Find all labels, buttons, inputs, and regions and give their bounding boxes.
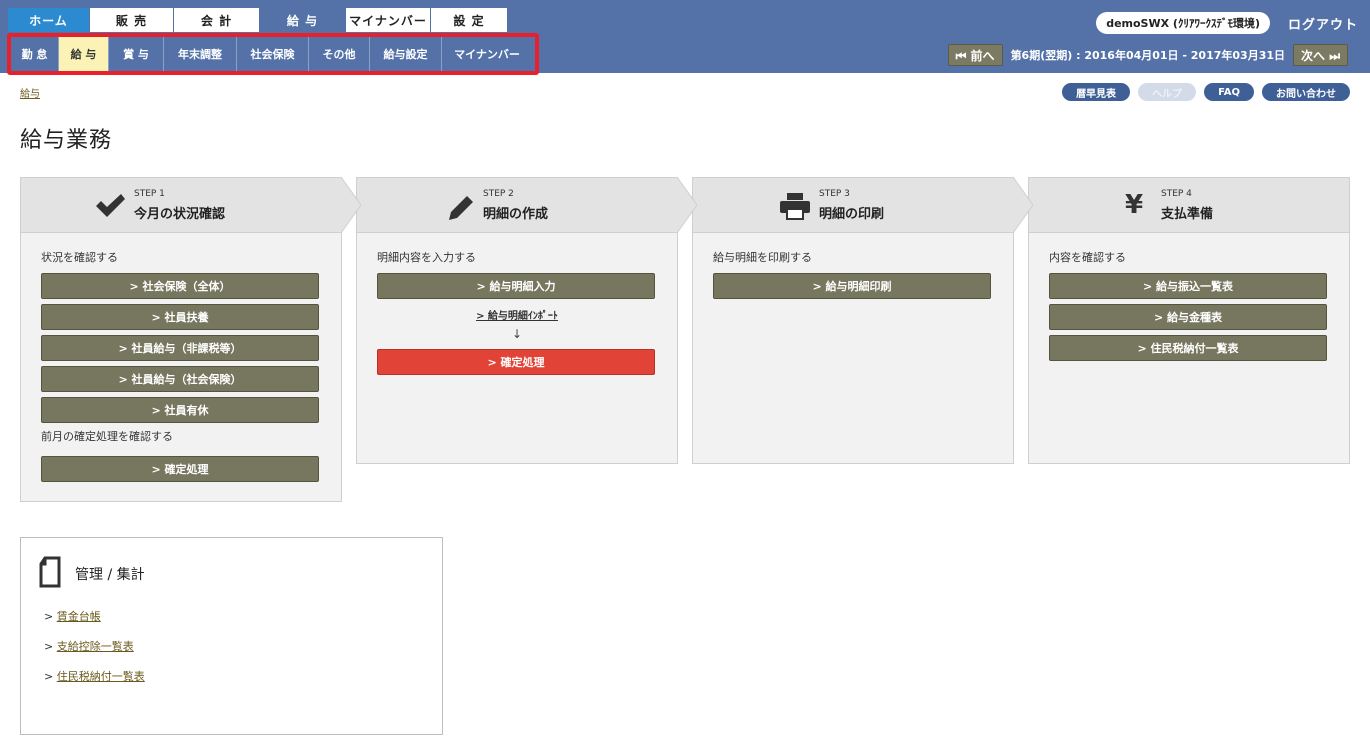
social-insurance-all-button[interactable]: > 社会保険（全体）	[41, 273, 319, 299]
document-icon	[39, 556, 61, 588]
step-arrow-icon	[341, 177, 361, 233]
wage-ledger-item: > 賃金台帳	[44, 608, 101, 624]
top-header: ホーム 販 売 会 計 給 与 マイナンバー 設 定 demoSWX (ｸﾘｱﾜ…	[0, 0, 1370, 75]
step-title: 今月の状況確認	[134, 207, 226, 222]
check-icon	[96, 194, 125, 217]
confirm-process-button[interactable]: > 確定処理	[377, 349, 655, 375]
step-1-body: 状況を確認する > 社会保険（全体） > 社員扶養 > 社員給与（非課税等） >…	[20, 233, 342, 502]
step-number: STEP 4	[1161, 189, 1192, 199]
down-arrow-icon: ↓	[511, 327, 523, 341]
sub-tab-other[interactable]: その他	[309, 37, 370, 71]
link-prefix: >	[44, 670, 54, 683]
payment-deduction-item: > 支給控除一覧表	[44, 638, 134, 654]
sub-tab-mynumber[interactable]: マイナンバー	[442, 37, 532, 71]
sub-nav: 勤 怠 給 与 賞 与 年末調整 社会保険 その他 給与設定 マイナンバー	[11, 37, 532, 71]
contact-link[interactable]: お問い合わせ	[1262, 83, 1350, 101]
employee-dependents-button[interactable]: > 社員扶養	[41, 304, 319, 330]
step-number: STEP 1	[134, 189, 165, 199]
yen-icon: ¥	[1125, 190, 1144, 220]
help-link[interactable]: ヘルプ	[1138, 83, 1197, 101]
pencil-icon	[449, 196, 473, 220]
main-tab-payroll[interactable]: 給 与	[260, 8, 346, 32]
prev-period-button[interactable]: ⏮ 前へ	[947, 44, 1003, 66]
main-tab-home[interactable]: ホーム	[8, 8, 90, 32]
employee-salary-nontaxable-button[interactable]: > 社員給与（非課税等）	[41, 335, 319, 361]
step-description: 明細内容を入力する	[377, 251, 476, 264]
user-area: demoSWX (ｸﾘｱﾜｰｸｽﾃﾞﾓ環境) ログアウト	[1096, 12, 1358, 34]
payslip-print-button[interactable]: > 給与明細印刷	[713, 273, 991, 299]
main-tab-accounting[interactable]: 会 計	[174, 8, 260, 32]
payment-deduction-link[interactable]: 支給控除一覧表	[57, 640, 134, 653]
step-title: 明細の作成	[483, 207, 549, 222]
admin-summary-panel: 管理 / 集計 > 賃金台帳 > 支給控除一覧表 > 住民税納付一覧表	[20, 537, 443, 735]
step-3-body: 給与明細を印刷する > 給与明細印刷	[692, 233, 1014, 464]
employee-salary-social-insurance-button[interactable]: > 社員給与（社会保険）	[41, 366, 319, 392]
sub-tab-year-end[interactable]: 年末調整	[164, 37, 237, 71]
step-title: 明細の印刷	[819, 207, 885, 222]
step-4-panel: ¥ STEP 4 支払準備 内容を確認する > 給与振込一覧表 > 給与金種表 …	[1028, 177, 1350, 464]
main-tab-settings[interactable]: 設 定	[431, 8, 508, 32]
help-links: 暦早見表 ヘルプ FAQ お問い合わせ	[1054, 83, 1350, 101]
sub-tab-salary-settings[interactable]: 給与設定	[370, 37, 442, 71]
step-1-panel: STEP 1 今月の状況確認 状況を確認する > 社会保険（全体） > 社員扶養…	[20, 177, 361, 502]
step-4-body: 内容を確認する > 給与振込一覧表 > 給与金種表 > 住民税納付一覧表	[1028, 233, 1350, 464]
period-text: 第6期(翌期) : 2016年04月01日 - 2017年03月31日	[1010, 49, 1286, 62]
user-badge: demoSWX (ｸﾘｱﾜｰｸｽﾃﾞﾓ環境)	[1096, 12, 1270, 34]
step-number: STEP 2	[483, 189, 514, 199]
admin-title: 管理 / 集計	[75, 567, 145, 583]
step-number: STEP 3	[819, 189, 850, 199]
main-tab-sales[interactable]: 販 売	[90, 8, 174, 32]
step-1-header: STEP 1 今月の状況確認	[20, 177, 361, 233]
breadcrumb[interactable]: 給与	[20, 85, 40, 100]
printer-icon	[780, 193, 810, 220]
next-period-button[interactable]: 次へ ⏭	[1293, 44, 1348, 66]
step-arrow-icon	[677, 177, 697, 233]
step-arrow-icon	[1013, 177, 1033, 233]
resident-tax-item: > 住民税納付一覧表	[44, 668, 145, 684]
sub-tab-social-insurance[interactable]: 社会保険	[237, 37, 309, 71]
wage-ledger-link[interactable]: 賃金台帳	[57, 610, 101, 623]
main-nav: ホーム 販 売 会 計 給 与 マイナンバー 設 定	[8, 8, 508, 32]
transfer-list-button[interactable]: > 給与振込一覧表	[1049, 273, 1327, 299]
main-tab-mynumber[interactable]: マイナンバー	[346, 8, 431, 32]
step-description: 内容を確認する	[1049, 251, 1126, 264]
step-description-2: 前月の確定処理を確認する	[41, 430, 173, 443]
step-2-body: 明細内容を入力する > 給与明細入力 > 給与明細ｲﾝﾎﾟｰﾄ ↓ > 確定処理	[356, 233, 678, 464]
employee-paid-leave-button[interactable]: > 社員有休	[41, 397, 319, 423]
payslip-entry-button[interactable]: > 給与明細入力	[377, 273, 655, 299]
page-title: 給与業務	[20, 128, 113, 153]
sub-tab-salary[interactable]: 給 与	[59, 37, 109, 71]
step-3-header: STEP 3 明細の印刷	[692, 177, 1033, 233]
step-4-header: ¥ STEP 4 支払準備	[1028, 177, 1350, 233]
sub-tab-bonus[interactable]: 賞 与	[109, 37, 164, 71]
step-2-panel: STEP 2 明細の作成 明細内容を入力する > 給与明細入力 > 給与明細ｲﾝ…	[356, 177, 697, 464]
step-description: 給与明細を印刷する	[713, 251, 812, 264]
confirm-process-prev-button[interactable]: > 確定処理	[41, 456, 319, 482]
sub-tab-attendance[interactable]: 勤 怠	[11, 37, 59, 71]
step-2-header: STEP 2 明細の作成	[356, 177, 697, 233]
step-3-panel: STEP 3 明細の印刷 給与明細を印刷する > 給与明細印刷	[692, 177, 1033, 464]
faq-link[interactable]: FAQ	[1204, 83, 1254, 101]
logout-link[interactable]: ログアウト	[1288, 14, 1358, 33]
link-prefix: >	[44, 610, 54, 623]
denomination-table-button[interactable]: > 給与金種表	[1049, 304, 1327, 330]
period-bar: ⏮ 前へ 第6期(翌期) : 2016年04月01日 - 2017年03月31日…	[947, 44, 1348, 66]
resident-tax-link[interactable]: 住民税納付一覧表	[57, 670, 145, 683]
link-prefix: >	[44, 640, 54, 653]
resident-tax-list-button[interactable]: > 住民税納付一覧表	[1049, 335, 1327, 361]
payslip-import-link[interactable]: > 給与明細ｲﾝﾎﾟｰﾄ	[377, 307, 657, 322]
step-description: 状況を確認する	[41, 251, 118, 264]
step-title: 支払準備	[1161, 207, 1214, 222]
calendar-chart-link[interactable]: 暦早見表	[1062, 83, 1131, 101]
